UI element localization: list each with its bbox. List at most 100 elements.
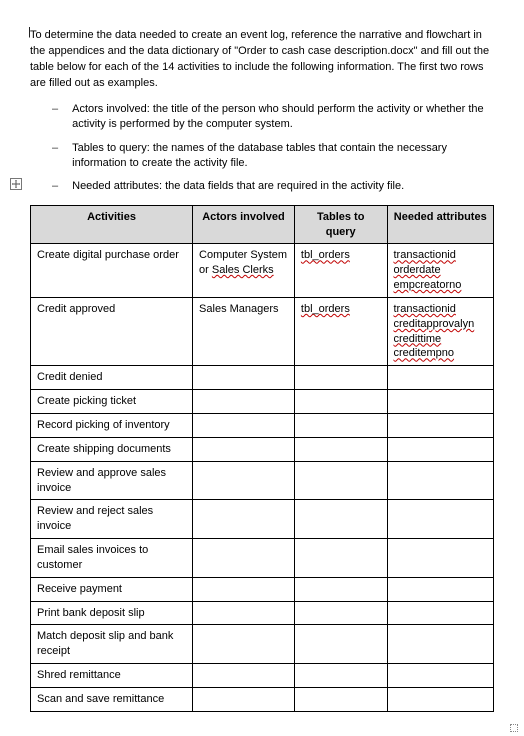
bullet-item: – Tables to query: the names of the data… <box>52 141 494 172</box>
bullet-text: Needed attributes: the data fields that … <box>72 179 404 194</box>
table-row[interactable]: Receive payment <box>31 577 494 601</box>
cell-actors[interactable] <box>193 413 295 437</box>
cell-activity[interactable]: Credit approved <box>31 297 193 365</box>
cell-attributes[interactable] <box>387 539 494 578</box>
table-row[interactable]: Create picking ticket <box>31 390 494 414</box>
table-row[interactable]: Print bank deposit slip <box>31 601 494 625</box>
cell-activity[interactable]: Email sales invoices to customer <box>31 539 193 578</box>
bullet-text: Actors involved: the title of the person… <box>72 102 494 133</box>
cell-actors[interactable] <box>193 366 295 390</box>
spellcheck-underline: credittime <box>394 333 442 345</box>
cell-tables[interactable] <box>294 664 387 688</box>
cell-activity[interactable]: Receive payment <box>31 577 193 601</box>
cell-actors[interactable] <box>193 437 295 461</box>
col-activities: Activities <box>31 205 193 244</box>
table-row[interactable]: Credit approvedSales Managers tbl_orders t… <box>31 297 494 365</box>
cell-attributes[interactable] <box>387 366 494 390</box>
cell-tables[interactable] <box>294 366 387 390</box>
table-row[interactable]: Create digital purchase orderComputer Sy… <box>31 244 494 298</box>
cell-tables[interactable] <box>294 539 387 578</box>
cell-attributes[interactable] <box>387 437 494 461</box>
cell-attributes[interactable] <box>387 664 494 688</box>
spellcheck-underline: Sales Clerks <box>212 264 274 276</box>
cell-activity[interactable]: Match deposit slip and bank receipt <box>31 625 193 664</box>
cell-actors[interactable] <box>193 625 295 664</box>
table-row[interactable]: Review and reject sales invoice <box>31 500 494 539</box>
table-row[interactable]: Record picking of inventory <box>31 413 494 437</box>
bullet-item: – Needed attributes: the data fields tha… <box>52 179 494 194</box>
spellcheck-underline: orderdate <box>394 264 441 276</box>
cell-actors[interactable] <box>193 664 295 688</box>
spellcheck-underline: empcreatorno <box>394 279 462 291</box>
cell-tables[interactable] <box>294 577 387 601</box>
cell-attributes[interactable]: transactionid orderdate empcreatorno <box>387 244 494 298</box>
cell-activity[interactable]: Shred remittance <box>31 664 193 688</box>
resize-corner-icon[interactable] <box>510 724 518 732</box>
spellcheck-underline: creditempno <box>394 347 455 359</box>
cell-actors[interactable] <box>193 577 295 601</box>
cell-actors[interactable] <box>193 539 295 578</box>
cell-attributes[interactable] <box>387 625 494 664</box>
table-anchor-icon[interactable] <box>10 178 22 190</box>
spellcheck-underline: creditapprovalyn <box>394 318 475 330</box>
dash-icon: – <box>52 179 58 194</box>
table-row[interactable]: Review and approve sales invoice <box>31 461 494 500</box>
intro-paragraph: To determine the data needed to create a… <box>30 28 494 92</box>
cell-actors[interactable] <box>193 687 295 711</box>
cell-activity[interactable]: Credit denied <box>31 366 193 390</box>
cell-activity[interactable]: Scan and save remittance <box>31 687 193 711</box>
cell-activity[interactable]: Create shipping documents <box>31 437 193 461</box>
cell-tables[interactable] <box>294 390 387 414</box>
table-header-row: Activities Actors involved Tables to que… <box>31 205 494 244</box>
cell-actors[interactable] <box>193 390 295 414</box>
cell-activity[interactable]: Review and approve sales invoice <box>31 461 193 500</box>
dash-icon: – <box>52 141 58 156</box>
dash-icon: – <box>52 102 58 117</box>
table-row[interactable]: Shred remittance <box>31 664 494 688</box>
bullet-item: – Actors involved: the title of the pers… <box>52 102 494 133</box>
spellcheck-underline: transactionid <box>394 303 456 315</box>
cell-attributes[interactable] <box>387 601 494 625</box>
col-tables: Tables to query <box>294 205 387 244</box>
cell-activity[interactable]: Review and reject sales invoice <box>31 500 193 539</box>
cell-attributes[interactable]: transactionid creditapprovalyn credittime c… <box>387 297 494 365</box>
cell-actors[interactable]: Sales Managers <box>193 297 295 365</box>
spellcheck-underline: tbl_orders <box>301 303 350 315</box>
cell-attributes[interactable] <box>387 461 494 500</box>
cell-tables[interactable] <box>294 413 387 437</box>
cell-actors[interactable] <box>193 500 295 539</box>
spellcheck-underline: tbl_orders <box>301 249 350 261</box>
cell-actors[interactable]: Computer System or Sales Clerks <box>193 244 295 298</box>
cell-tables[interactable] <box>294 625 387 664</box>
cell-attributes[interactable] <box>387 687 494 711</box>
table-row[interactable]: Match deposit slip and bank receipt <box>31 625 494 664</box>
col-actors: Actors involved <box>193 205 295 244</box>
cell-attributes[interactable] <box>387 500 494 539</box>
cell-activity[interactable]: Create picking ticket <box>31 390 193 414</box>
table-row[interactable]: Scan and save remittance <box>31 687 494 711</box>
text-cursor: | <box>28 26 31 38</box>
cell-attributes[interactable] <box>387 577 494 601</box>
bullet-list: – Actors involved: the title of the pers… <box>30 102 494 195</box>
cell-attributes[interactable] <box>387 413 494 437</box>
table-body: Create digital purchase orderComputer Sy… <box>31 244 494 711</box>
table-row[interactable]: Create shipping documents <box>31 437 494 461</box>
cell-attributes[interactable] <box>387 390 494 414</box>
cell-tables[interactable] <box>294 601 387 625</box>
cell-activity[interactable]: Create digital purchase order <box>31 244 193 298</box>
cell-tables[interactable] <box>294 500 387 539</box>
cell-tables[interactable]: tbl_orders <box>294 297 387 365</box>
table-row[interactable]: Credit denied <box>31 366 494 390</box>
activity-table[interactable]: Activities Actors involved Tables to que… <box>30 205 494 712</box>
table-row[interactable]: Email sales invoices to customer <box>31 539 494 578</box>
cell-tables[interactable]: tbl_orders <box>294 244 387 298</box>
cell-actors[interactable] <box>193 461 295 500</box>
cell-activity[interactable]: Record picking of inventory <box>31 413 193 437</box>
cell-activity[interactable]: Print bank deposit slip <box>31 601 193 625</box>
cell-tables[interactable] <box>294 687 387 711</box>
cell-tables[interactable] <box>294 437 387 461</box>
spellcheck-underline: transactionid <box>394 249 456 261</box>
col-attributes: Needed attributes <box>387 205 494 244</box>
cell-actors[interactable] <box>193 601 295 625</box>
cell-tables[interactable] <box>294 461 387 500</box>
